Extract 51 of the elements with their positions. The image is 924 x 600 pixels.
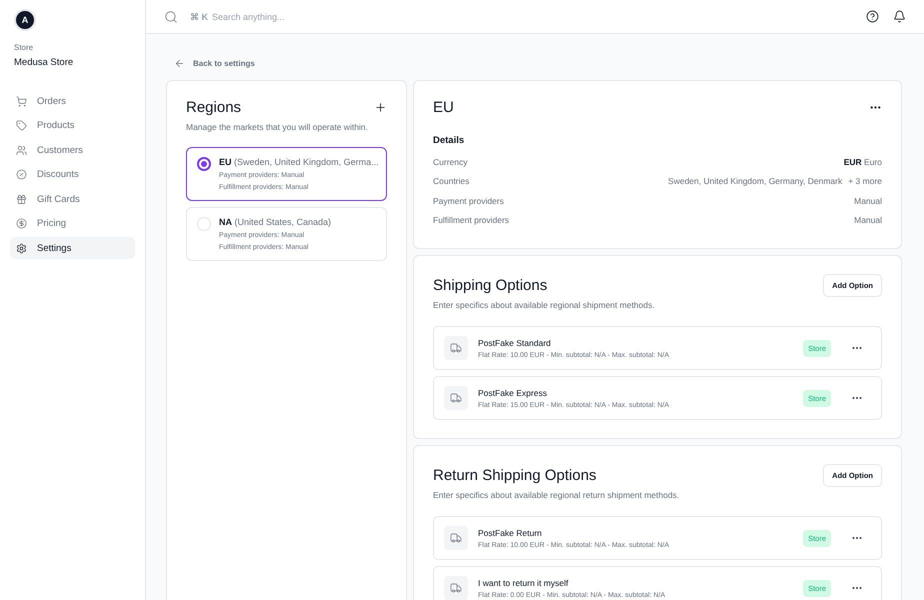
- truck-icon: [444, 336, 468, 360]
- notifications-icon[interactable]: [893, 10, 906, 23]
- sidebar-item[interactable]: Discounts: [10, 164, 135, 186]
- sidebar-item[interactable]: Products: [10, 114, 135, 136]
- gift-icon: [16, 194, 27, 204]
- add-icon[interactable]: [374, 101, 387, 114]
- detail-label: Currency: [433, 156, 468, 167]
- detail-value: Manual: [854, 196, 882, 206]
- cart-icon: [16, 96, 27, 106]
- option-name: PostFake Return: [478, 528, 543, 538]
- region-name: EU (Sweden, United Kingdom, Germa...: [219, 157, 379, 167]
- sidebar-item[interactable]: Settings: [10, 237, 135, 259]
- detail-label: Fulfillment providers: [433, 215, 510, 226]
- arrow-left-icon: [174, 58, 185, 69]
- detail-value: Sweden, United Kingdom, Germany, Denmark: [668, 176, 842, 186]
- store-name: Medusa Store: [14, 57, 74, 68]
- sidebar-item[interactable]: Customers: [10, 139, 135, 161]
- region-name: NA (United States, Canada): [219, 217, 332, 227]
- discount-icon: [16, 169, 27, 180]
- tag-icon: [16, 120, 27, 131]
- sidebar-item[interactable]: Gift Cards: [10, 188, 135, 210]
- help-icon[interactable]: [866, 10, 879, 23]
- radio-button[interactable]: [197, 157, 211, 171]
- option-name: PostFake Express: [478, 388, 548, 398]
- detail-label: Countries: [433, 176, 470, 186]
- settings-icon: [16, 242, 27, 254]
- details-heading: Details: [433, 135, 466, 146]
- detail-value: EUR Euro: [844, 156, 882, 167]
- option-name: I want to return it myself: [478, 578, 570, 588]
- truck-icon: [444, 386, 468, 410]
- section-subtitle: Enter specifics about available regional shipment methods.: [433, 300, 656, 310]
- users-icon: [16, 144, 27, 156]
- truck-icon: [444, 526, 468, 550]
- back-link[interactable]: Back to settings: [174, 58, 255, 69]
- search-icon: [164, 10, 178, 24]
- section-title: Shipping Options: [433, 277, 548, 294]
- store-avatar[interactable]: A: [16, 11, 34, 29]
- sidebar-item[interactable]: Orders: [10, 90, 135, 112]
- section-subtitle: Enter specifics about available regional return shipment methods.: [433, 490, 680, 500]
- option-name: PostFake Standard: [478, 338, 552, 348]
- more-count: + 3 more: [848, 176, 882, 186]
- region-title: EU: [433, 99, 454, 116]
- section-title: Return Shipping Options: [433, 467, 596, 484]
- store-label: Store: [14, 43, 34, 52]
- sidebar-item[interactable]: Pricing: [10, 212, 135, 234]
- regions-subtitle: Manage the markets that you will operate within.: [186, 122, 369, 132]
- shortcut-hint: ⌘ K: [190, 12, 208, 22]
- detail-value: Manual: [854, 215, 882, 226]
- regions-title: Regions: [186, 99, 242, 116]
- dollar-icon: [16, 218, 27, 229]
- detail-label: Payment providers: [433, 196, 504, 206]
